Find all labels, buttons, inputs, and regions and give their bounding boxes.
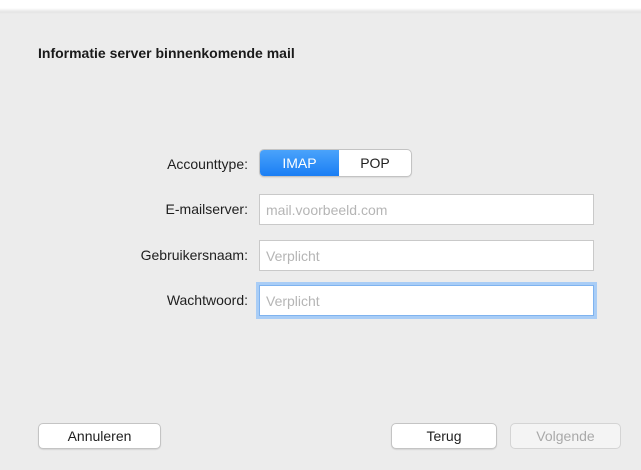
dialog-title: Informatie server binnenkomende mail xyxy=(38,45,295,61)
email-server-field[interactable] xyxy=(259,194,594,225)
back-button[interactable]: Terug xyxy=(391,423,497,449)
next-button: Volgende xyxy=(510,423,621,449)
sheet-top-edge xyxy=(0,0,641,14)
username-field[interactable] xyxy=(259,240,594,271)
account-setup-sheet: Informatie server binnenkomende mail Acc… xyxy=(0,0,641,470)
password-field[interactable] xyxy=(259,285,594,316)
account-type-imap-option[interactable]: IMAP xyxy=(260,150,339,176)
account-type-pop-option[interactable]: POP xyxy=(339,150,411,176)
account-type-label: Accounttype: xyxy=(167,156,248,172)
account-type-segmented-control: IMAP POP xyxy=(259,149,412,177)
email-server-label: E-mailserver: xyxy=(165,201,248,217)
username-label: Gebruikersnaam: xyxy=(140,247,248,263)
cancel-button[interactable]: Annuleren xyxy=(38,423,161,449)
password-label: Wachtwoord: xyxy=(166,292,248,308)
